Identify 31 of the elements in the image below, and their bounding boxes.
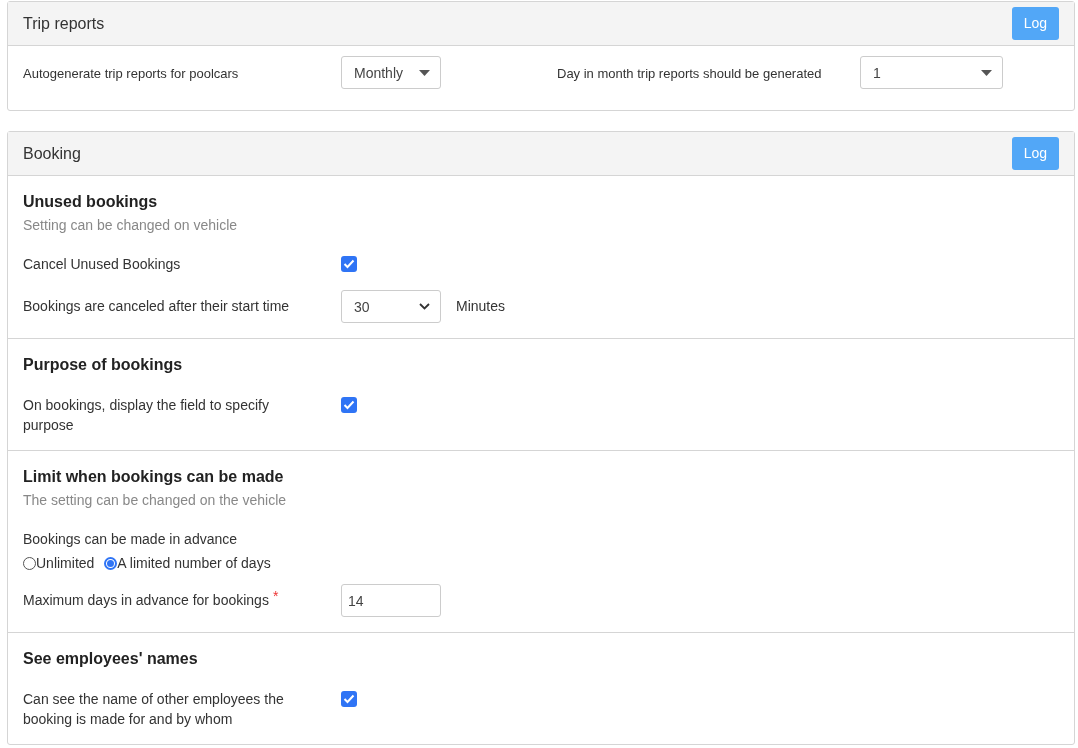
setting-label: Maximum days in advance for bookings: [23, 591, 269, 610]
radio-option[interactable]: A limited number of days: [104, 553, 271, 574]
setting-label: Bookings can be made in advance: [23, 530, 239, 549]
dropdown-caret-icon: [419, 69, 430, 76]
section-heading: Purpose of bookings: [23, 355, 184, 375]
setting-label: On bookings, display the field to specify purpose: [23, 396, 270, 435]
setting-label: Day in month trip reports should be generated: [557, 65, 823, 83]
panel-title: Trip reports: [23, 13, 105, 34]
section-heading: See employees' names: [23, 649, 199, 669]
dropdown[interactable]: 30: [341, 290, 441, 323]
dropdown-caret-icon: [981, 69, 992, 76]
setting-label: Can see the name of other employees the booking is made for and by whom: [23, 690, 285, 729]
input-field[interactable]: 14: [341, 584, 441, 617]
dropdown[interactable]: Monthly: [341, 56, 441, 89]
section-subheading: Setting can be changed on vehicle: [23, 216, 239, 235]
setting-label: Bookings are canceled after their start time: [23, 297, 291, 316]
setting-label: Cancel Unused Bookings: [23, 255, 182, 274]
radio-button[interactable]: [104, 557, 118, 570]
section-heading: Unused bookings: [23, 192, 159, 212]
chevron-down-icon: [419, 303, 430, 310]
setting-label: Autogenerate trip reports for poolcars: [23, 65, 240, 83]
checkbox[interactable]: [341, 397, 357, 413]
checkbox[interactable]: [341, 691, 357, 707]
panel-title: Booking: [23, 143, 81, 164]
radio-option[interactable]: Unlimited: [23, 553, 95, 574]
dropdown[interactable]: 1: [860, 56, 1003, 89]
unit-label: Minutes: [456, 297, 506, 316]
required-mark: *: [272, 587, 279, 606]
section-heading: Limit when bookings can be made: [23, 467, 285, 487]
section-subheading: The setting can be changed on the vehicle: [23, 491, 288, 510]
checkbox[interactable]: [341, 256, 357, 272]
